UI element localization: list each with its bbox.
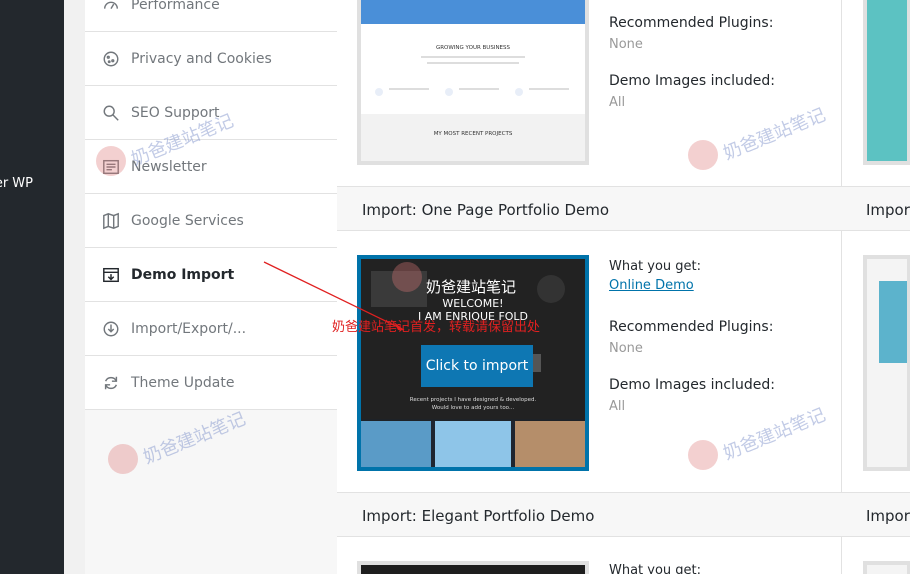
- annotation-arrow: [263, 261, 405, 331]
- annotation-text: 奶爸建站笔记首发，转载请保留出处: [332, 320, 541, 335]
